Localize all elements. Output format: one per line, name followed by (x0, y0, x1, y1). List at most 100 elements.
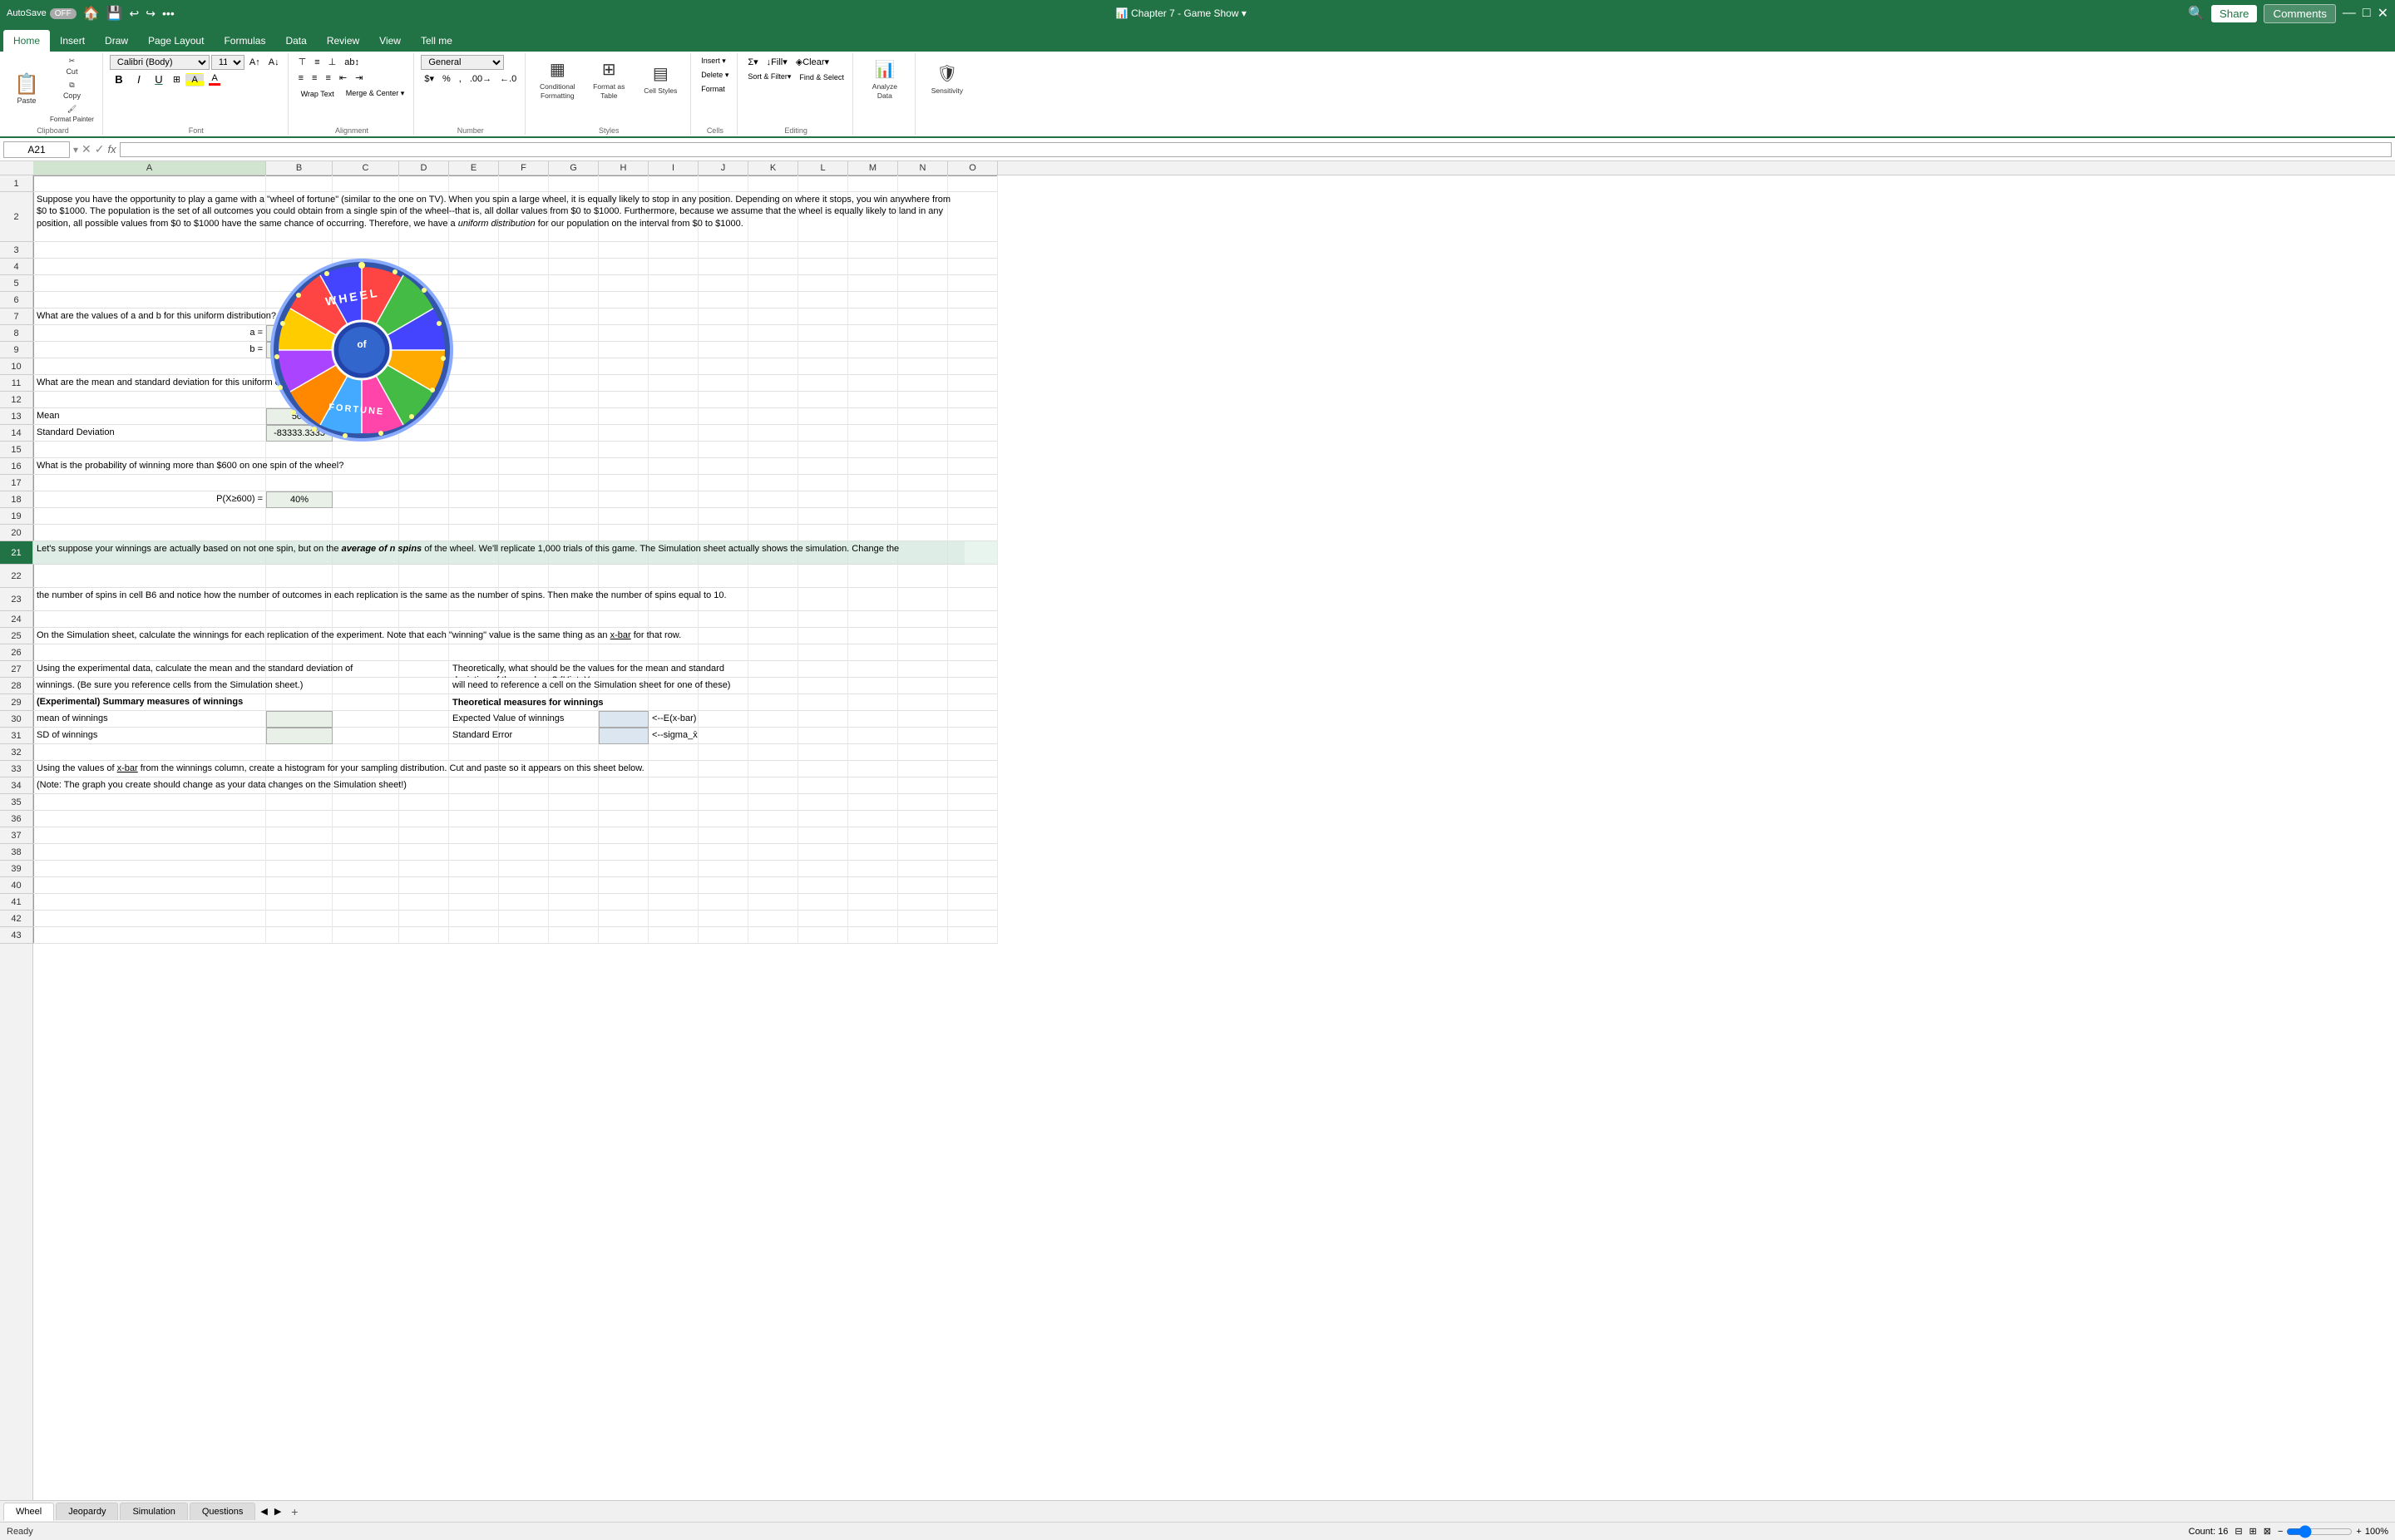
grid-row-35[interactable] (33, 794, 998, 811)
cell-7-11[interactable] (798, 308, 848, 325)
cell-22-12[interactable] (848, 565, 898, 588)
close-icon[interactable]: ✕ (2378, 5, 2388, 22)
font-color-button[interactable]: A (205, 72, 224, 87)
cell-13-11[interactable] (798, 408, 848, 425)
cell-content-18-1[interactable]: 40% (266, 491, 333, 508)
cell-43-2[interactable] (333, 927, 399, 944)
cell-31-14[interactable] (948, 728, 998, 744)
cell-6-12[interactable] (848, 292, 898, 308)
cell-14-12[interactable] (848, 425, 898, 442)
scroll-right-tab[interactable]: ▶ (271, 1506, 284, 1517)
cell-3-4[interactable] (449, 242, 499, 259)
row-header-26[interactable]: 26 (0, 644, 32, 661)
cell-36-2[interactable] (333, 811, 399, 827)
cell-17-6[interactable] (549, 475, 599, 491)
cell-content-31-4[interactable]: Standard Error (449, 728, 599, 744)
cell-36-13[interactable] (898, 811, 948, 827)
cell-19-13[interactable] (898, 508, 948, 525)
cell-36-10[interactable] (748, 811, 798, 827)
normal-view-icon[interactable]: ⊟ (2235, 1526, 2242, 1537)
underline-button[interactable]: U (150, 72, 168, 87)
cell-26-2[interactable] (333, 644, 399, 661)
share-button[interactable]: Share (2211, 5, 2258, 22)
cell-1-7[interactable] (599, 175, 649, 192)
search-icon[interactable]: 🔍 (2188, 5, 2205, 22)
cell-35-13[interactable] (898, 794, 948, 811)
cell-15-10[interactable] (748, 442, 798, 458)
cell-34-11[interactable] (798, 777, 848, 794)
cell-8-9[interactable] (699, 325, 748, 342)
cell-18-10[interactable] (748, 491, 798, 508)
cell-17-5[interactable] (499, 475, 549, 491)
col-header-H[interactable]: H (599, 161, 649, 175)
align-bottom-button[interactable]: ⊥ (325, 55, 340, 69)
cell-41-10[interactable] (748, 894, 798, 911)
cell-29-10[interactable] (748, 694, 798, 711)
cell-14-4[interactable] (449, 425, 499, 442)
cell-19-3[interactable] (399, 508, 449, 525)
cell-19-6[interactable] (549, 508, 599, 525)
cell-34-14[interactable] (948, 777, 998, 794)
cell-18-13[interactable] (898, 491, 948, 508)
cell-9-9[interactable] (699, 342, 748, 358)
cell-41-8[interactable] (649, 894, 699, 911)
cell-10-13[interactable] (898, 358, 948, 375)
cell-37-3[interactable] (399, 827, 449, 844)
delete-cells-button[interactable]: Delete ▾ (698, 69, 732, 81)
cell-35-7[interactable] (599, 794, 649, 811)
cell-38-7[interactable] (599, 844, 649, 861)
cell-3-3[interactable] (399, 242, 449, 259)
grid-row-9[interactable]: b =1000 (33, 342, 998, 358)
grid-row-30[interactable]: mean of winningsExpected Value of winnin… (33, 711, 998, 728)
cell-38-6[interactable] (549, 844, 599, 861)
ribbon-tab-formulas[interactable]: Formulas (214, 30, 275, 52)
cell-42-4[interactable] (449, 911, 499, 927)
cell-20-2[interactable] (333, 525, 399, 541)
cell-19-12[interactable] (848, 508, 898, 525)
row-header-15[interactable]: 15 (0, 442, 32, 458)
cell-32-11[interactable] (798, 744, 848, 761)
cell-8-6[interactable] (549, 325, 599, 342)
cell-39-13[interactable] (898, 861, 948, 877)
cell-3-13[interactable] (898, 242, 948, 259)
cell-content-27-0[interactable]: Using the experimental data, calculate t… (33, 661, 366, 678)
row-header-11[interactable]: 11 (0, 375, 32, 392)
cell-32-6[interactable] (549, 744, 599, 761)
cell-19-1[interactable] (266, 508, 333, 525)
cell-1-8[interactable] (649, 175, 699, 192)
cell-17-2[interactable] (333, 475, 399, 491)
cell-35-12[interactable] (848, 794, 898, 811)
cell-43-13[interactable] (898, 927, 948, 944)
row-header-21[interactable]: 21 (0, 541, 32, 565)
row-header-38[interactable]: 38 (0, 844, 32, 861)
cell-15-4[interactable] (449, 442, 499, 458)
cell-11-8[interactable] (649, 375, 699, 392)
cell-24-3[interactable] (399, 611, 449, 628)
row-header-9[interactable]: 9 (0, 342, 32, 358)
cell-18-2[interactable] (333, 491, 399, 508)
cell-43-10[interactable] (748, 927, 798, 944)
cell-22-3[interactable] (399, 565, 449, 588)
cell-25-10[interactable] (748, 628, 798, 644)
zoom-level[interactable]: 100% (2365, 1527, 2388, 1537)
cell-41-0[interactable] (33, 894, 266, 911)
row-header-36[interactable]: 36 (0, 811, 32, 827)
cell-31-11[interactable] (798, 728, 848, 744)
cell-25-14[interactable] (948, 628, 998, 644)
cell-20-6[interactable] (549, 525, 599, 541)
cell-1-2[interactable] (333, 175, 399, 192)
align-right-button[interactable]: ≡ (322, 72, 333, 85)
decimal-decrease-button[interactable]: ←.0 (496, 72, 520, 86)
cell-10-6[interactable] (549, 358, 599, 375)
cell-32-8[interactable] (649, 744, 699, 761)
grid-row-34[interactable]: (Note: The graph you create should chang… (33, 777, 998, 794)
cell-38-14[interactable] (948, 844, 998, 861)
row-header-7[interactable]: 7 (0, 308, 32, 325)
grid-row-27[interactable]: Using the experimental data, calculate t… (33, 661, 998, 678)
cell-content-30-0[interactable]: mean of winnings (33, 711, 266, 728)
cell-3-9[interactable] (699, 242, 748, 259)
cell-7-7[interactable] (599, 308, 649, 325)
cell-32-4[interactable] (449, 744, 499, 761)
cell-8-11[interactable] (798, 325, 848, 342)
col-header-E[interactable]: E (449, 161, 499, 175)
